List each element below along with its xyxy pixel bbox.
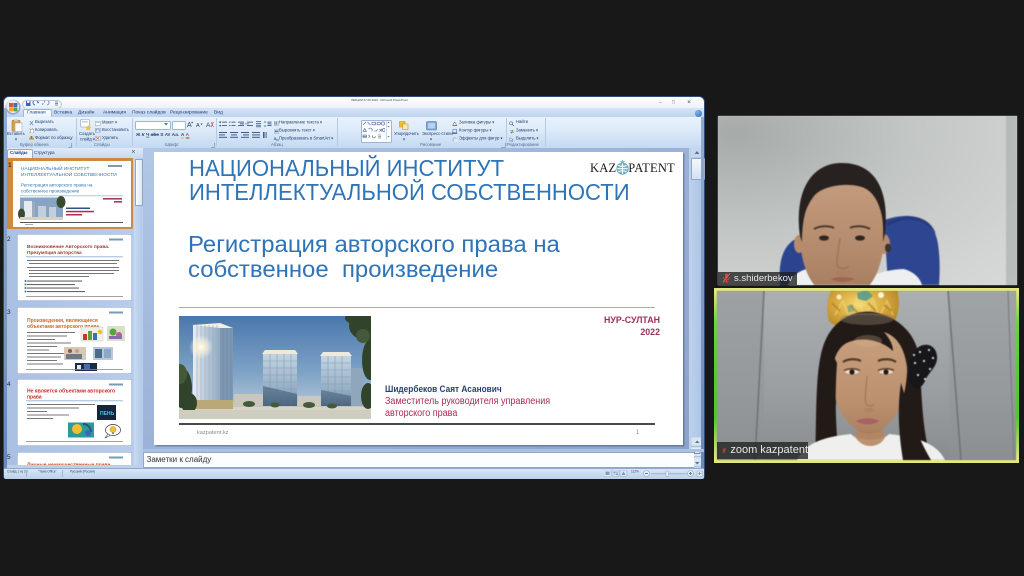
svg-text:Регистрация авторского права н: Регистрация авторского права на	[21, 182, 93, 187]
svg-text:Презумпция авторства: Презумпция авторства	[27, 250, 82, 256]
svg-text:ПЕНЬ: ПЕНЬ	[100, 411, 115, 417]
svg-text:собственное произведение: собственное произведение	[21, 188, 80, 193]
svg-text:A: A	[187, 122, 192, 128]
svg-text:A: A	[196, 123, 200, 128]
svg-text:права: права	[27, 394, 42, 400]
svg-text:A: A	[206, 122, 211, 128]
svg-text:Возникновение Авторского пра: Возникновение Авторского права.	[27, 244, 109, 250]
svg-text:Личные неимущественные права: Личные неимущественные права	[27, 462, 111, 465]
svg-text:Не является объектами авторско: Не является объектами авторского	[27, 387, 115, 394]
